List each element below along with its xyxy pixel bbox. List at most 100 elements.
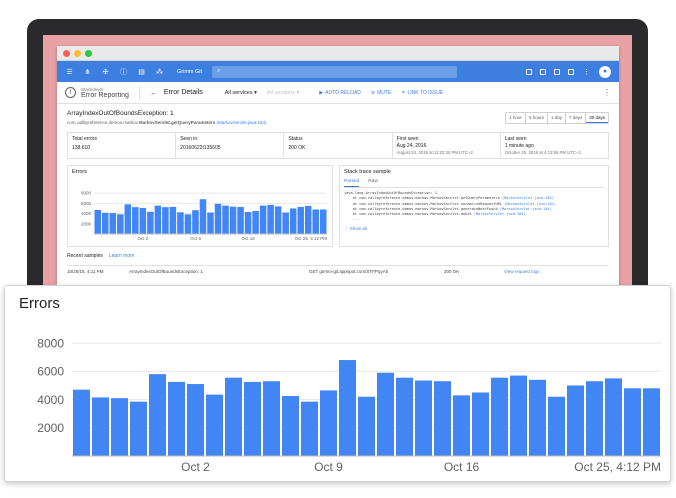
bar bbox=[169, 206, 177, 234]
stat-label: Last seen bbox=[504, 136, 527, 142]
notifications-icon[interactable] bbox=[568, 68, 574, 75]
errors-chart-card: 2000 4000 6000 8000 Oct 2 Oct 9 Oct 16 Oct 25, … bbox=[4, 285, 671, 482]
trace-text: ... bbox=[344, 217, 360, 222]
bar bbox=[139, 207, 147, 234]
versions-select[interactable]: All versions ▾ bbox=[267, 90, 299, 96]
mute-icon: ⊘ bbox=[370, 89, 376, 96]
recent-samples-title: Recent samples bbox=[67, 253, 103, 259]
stat-sub: October 25, 2016 at 4:12:55 PM UTC+2 bbox=[504, 150, 581, 155]
bar bbox=[434, 381, 451, 456]
trace-link[interactable]: (MarkovServlet.java:184) bbox=[502, 196, 554, 200]
cloud-shell-icon[interactable] bbox=[526, 68, 532, 75]
bar bbox=[453, 395, 470, 456]
mute-label: MUTE bbox=[377, 89, 392, 96]
mute-button[interactable]: ⊘ MUTE bbox=[371, 90, 391, 96]
trace-link[interactable]: (MarkovServlet.java:144) bbox=[500, 207, 552, 211]
errors-chart-svg: 2000 4000 6000 8000 Oct 2 Oct 9 Oct 16 Oct 25, … bbox=[37, 336, 661, 474]
sample-exception: ArrayIndexOutOfBoundsException: 1 bbox=[129, 269, 203, 274]
bar bbox=[73, 389, 90, 456]
minimize-dot[interactable] bbox=[74, 49, 81, 57]
feedback-icon[interactable] bbox=[540, 68, 546, 75]
bar bbox=[92, 397, 109, 456]
more-vert-icon[interactable]: ⋮ bbox=[582, 67, 591, 76]
bar bbox=[184, 214, 192, 234]
bar bbox=[130, 401, 147, 456]
bar bbox=[358, 396, 375, 456]
bar bbox=[132, 207, 139, 234]
auto-reload-label: AUTO RELOAD bbox=[325, 89, 361, 96]
learn-more-link[interactable]: Learn more bbox=[109, 253, 135, 259]
auto-reload-button[interactable]: ▶ AUTO RELOAD bbox=[319, 90, 361, 96]
bar bbox=[297, 206, 304, 234]
bar bbox=[274, 206, 282, 234]
trace-link[interactable]: (MarkovServlet.java:181) bbox=[504, 202, 556, 206]
project-name[interactable]: Grimm Git bbox=[177, 69, 202, 75]
bar bbox=[586, 381, 603, 456]
tab-parsed[interactable]: Parsed bbox=[344, 179, 360, 187]
storage-icon[interactable]: ▤ bbox=[137, 67, 146, 76]
table-row[interactable]: 10/25/16, 4:11 PM ArrayIndexOutOfBoundsE… bbox=[67, 265, 609, 274]
avatar[interactable]: ● bbox=[599, 65, 611, 78]
show-all-label: Show all bbox=[349, 225, 367, 231]
bar bbox=[177, 212, 184, 234]
y-tick-label: 8000 bbox=[81, 191, 92, 196]
bar bbox=[415, 380, 432, 456]
error-reporting-icon[interactable]: ⓘ bbox=[119, 67, 128, 76]
bar bbox=[624, 388, 641, 456]
location-method: MarkovServlet.getQueryParameters bbox=[138, 120, 216, 125]
stat-sub: August 24, 2016 at 11:22:30 PM UTC+2 bbox=[396, 150, 473, 155]
bar bbox=[147, 211, 154, 234]
link-to-issue-button[interactable]: ⚭ LINK TO ISSUE bbox=[401, 90, 443, 96]
bar bbox=[244, 212, 252, 234]
details-row: Errors 2000 4000 6000 8000 Oct 2 Oct 9 Oct 16 O… bbox=[67, 165, 609, 247]
trace-text: at com.callbyreference.demos.markov.Mark… bbox=[344, 212, 474, 217]
maximize-dot[interactable] bbox=[85, 49, 92, 57]
close-dot[interactable] bbox=[63, 49, 70, 57]
network-icon[interactable]: ✣ bbox=[101, 67, 110, 76]
trace-link[interactable]: (MarkovServlet.java:104) bbox=[474, 212, 526, 216]
bar bbox=[491, 377, 508, 456]
search-input[interactable]: ⌕ bbox=[212, 65, 458, 78]
x-tick-label: Oct 25, 4:12 PM bbox=[574, 460, 661, 474]
more-options-icon[interactable]: ⋮ bbox=[603, 88, 611, 97]
services-select[interactable]: All services ▾ bbox=[225, 90, 257, 96]
bar bbox=[237, 206, 244, 234]
help-icon[interactable] bbox=[554, 68, 560, 75]
bar bbox=[605, 378, 622, 456]
bar bbox=[567, 385, 584, 456]
range-1-day[interactable]: 1 day bbox=[548, 113, 566, 123]
stat-seen-in: Seen in 20160622t135605 bbox=[176, 133, 285, 158]
y-tick-label: 6000 bbox=[37, 365, 64, 379]
stat-label: Seen in bbox=[180, 136, 198, 142]
stat-first-seen: First seen Aug 24, 2016 August 24, 2016 … bbox=[393, 133, 501, 158]
range-1-hour[interactable]: 1 hour bbox=[506, 113, 526, 123]
bar bbox=[225, 377, 242, 456]
sample-time: 10/25/16, 4:11 PM bbox=[67, 269, 104, 274]
location-link[interactable]: (MarkovServlet.java:184) bbox=[217, 120, 267, 125]
stat-value: 200 OK bbox=[288, 145, 306, 151]
bar bbox=[263, 381, 280, 456]
sub-header: ! Stackdriver Error Reporting ← Error De… bbox=[57, 82, 619, 104]
bar bbox=[149, 374, 166, 456]
trace-text: at com.callbyreference.demos.markov.Mark… bbox=[344, 206, 500, 211]
services-icon[interactable]: ⋔ bbox=[83, 67, 92, 76]
stats-strip: Total errors 138,610 Seen in 20160622t13… bbox=[67, 132, 609, 159]
page-title: Error Details bbox=[163, 89, 203, 96]
range-6-hours[interactable]: 6 hours bbox=[526, 113, 548, 123]
tab-raw[interactable]: Raw bbox=[368, 179, 378, 187]
x-tick-label: Oct 25, 4:12 PM bbox=[294, 236, 327, 241]
trace-text: at com.callbyreference.demos.markov.Mark… bbox=[344, 196, 502, 201]
range-7-days[interactable]: 7 days bbox=[566, 113, 587, 123]
trace-line: ... bbox=[344, 217, 604, 222]
x-tick-label: Oct 9 bbox=[314, 460, 343, 474]
bar bbox=[259, 205, 267, 234]
play-icon: ▶ bbox=[319, 89, 324, 96]
show-all-link[interactable]: ⋮ Show all bbox=[344, 226, 604, 232]
view-request-logs-link[interactable]: View request logs bbox=[504, 269, 539, 274]
bar bbox=[192, 210, 199, 234]
range-30-days[interactable]: 30 days bbox=[586, 113, 608, 123]
menu-icon[interactable]: ☰ bbox=[65, 67, 74, 76]
project-icon[interactable]: ⁂ bbox=[155, 67, 164, 76]
back-arrow-icon[interactable]: ← bbox=[150, 88, 158, 97]
bar bbox=[222, 205, 229, 234]
